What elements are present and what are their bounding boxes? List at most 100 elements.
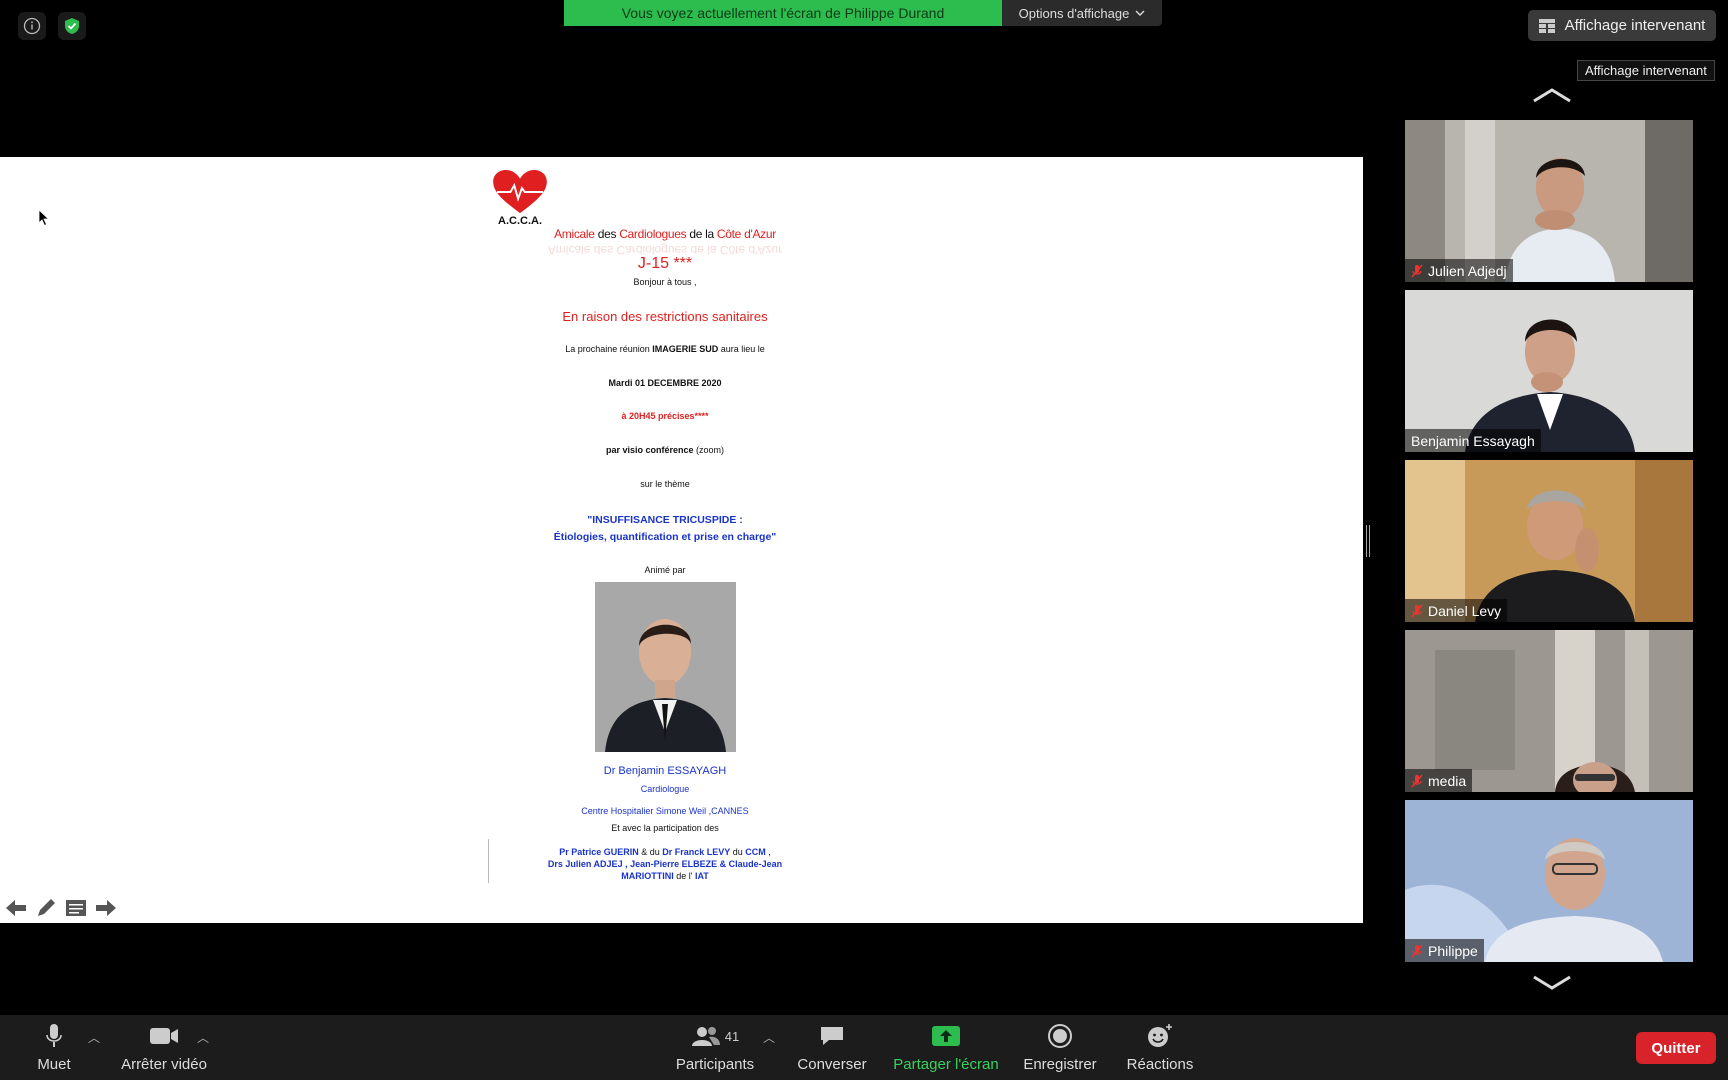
chevron-up-icon[interactable] — [1530, 86, 1574, 104]
meeting-name: IMAGERIE SUD — [652, 344, 719, 354]
restriction-heading: En raison des restrictions sanitaires — [562, 309, 768, 324]
org-word: Cardiologues — [619, 227, 687, 241]
chat-bubble-icon — [821, 1027, 843, 1045]
participants-options-caret[interactable]: ︿ — [763, 1029, 775, 1046]
hospital: Centre Hospitalier Simone Weil ,CANNES — [581, 806, 749, 816]
muted-mic-icon — [1411, 264, 1423, 277]
participant-name: Julien Adjedj — [1428, 262, 1507, 279]
participant-name: Philippe — [1428, 942, 1478, 959]
contributors-line-3: MARIOTTINI de l' IAT — [490, 871, 840, 881]
participant-count: 41 — [724, 1028, 740, 1044]
view-options-button[interactable]: Options d'affichage — [1002, 0, 1162, 26]
contributors-line-1: Pr Patrice GUERIN & du Dr Franck LEVY du… — [490, 847, 840, 857]
meeting-line: La prochaine réunion IMAGERIE SUD aura l… — [490, 344, 840, 354]
reactions-button[interactable]: Réactions — [1122, 1023, 1198, 1073]
participant-name-tag: Benjamin Essayagh — [1405, 429, 1541, 452]
participant-name-tag: media — [1405, 769, 1473, 792]
share-screen-icon — [932, 1026, 960, 1046]
chat-button[interactable]: Converser — [790, 1023, 874, 1073]
participant-name: media — [1428, 772, 1467, 789]
org-word: des — [594, 227, 620, 241]
visio-text: par visio conférence — [605, 445, 694, 455]
doc-margin-line — [488, 839, 489, 883]
security-shield-icon[interactable] — [58, 12, 86, 40]
top-bar: Vous voyez actuellement l'écran de Phili… — [0, 0, 1728, 81]
view-options-label: Options d'affichage — [1018, 5, 1130, 21]
grid-icon — [1538, 18, 1555, 33]
contributor-text: MARIOTTINI — [621, 871, 674, 881]
participants-button[interactable]: 41 Participants — [670, 1023, 760, 1073]
contributor-text: & du — [638, 847, 663, 857]
meeting-text: aura lieu le — [718, 344, 765, 354]
microphone-icon — [46, 1024, 62, 1047]
participant-tile[interactable]: Julien Adjedj — [1405, 120, 1693, 282]
arrow-right-icon[interactable] — [94, 896, 118, 920]
muted-mic-icon — [1411, 944, 1423, 957]
mute-label: Muet — [37, 1056, 71, 1073]
acca-label: A.C.C.A. — [498, 215, 542, 227]
contributor-text: CCM — [745, 847, 766, 857]
speaker-view-label: Affichage intervenant — [1564, 17, 1706, 34]
participation-intro: Et avec la participation des — [611, 823, 719, 833]
participants-label: Participants — [675, 1056, 755, 1073]
chat-label: Converser — [797, 1056, 867, 1073]
speaker-view-button[interactable]: Affichage intervenant — [1528, 10, 1716, 41]
sharing-banner: Vous voyez actuellement l'écran de Phili… — [564, 0, 1002, 26]
quit-button[interactable]: Quitter — [1636, 1032, 1716, 1064]
theme-line-1: "INSUFFISANCE TRICUSPIDE : — [587, 514, 743, 526]
participant-name-tag: Daniel Levy — [1405, 599, 1508, 622]
participant-name: Benjamin Essayagh — [1411, 432, 1535, 449]
meeting-time: à 20H45 précises**** — [621, 411, 709, 421]
visio-line: par visio conférence (zoom) — [490, 445, 840, 455]
meeting-date: Mardi 01 DECEMBRE 2020 — [608, 378, 722, 388]
participant-name-tag: Julien Adjedj — [1405, 259, 1513, 282]
share-screen-button[interactable]: Partager l'écran — [890, 1023, 1002, 1073]
chevron-down-icon — [1135, 10, 1145, 16]
theme-line-2: Étiologies, quantification et prise en c… — [553, 531, 777, 543]
participant-tile[interactable]: media — [1405, 630, 1693, 792]
animated-by: Animé par — [644, 565, 686, 575]
reactions-label: Réactions — [1126, 1056, 1194, 1073]
chevron-down-icon[interactable] — [1530, 974, 1574, 992]
contributor-text: de l' — [673, 871, 695, 881]
contributor-text: IAT — [694, 871, 709, 881]
contributor-text: , — [765, 847, 771, 857]
doctor-name: Dr Benjamin ESSAYAGH — [603, 765, 727, 777]
meeting-text: La prochaine réunion — [565, 344, 653, 354]
pencil-icon[interactable] — [34, 896, 58, 920]
audio-options-caret[interactable]: ︿ — [88, 1029, 100, 1046]
theme-label: sur le thème — [640, 479, 690, 489]
arrow-left-icon[interactable] — [4, 896, 28, 920]
visio-text: (zoom) — [693, 445, 725, 455]
countdown: J-15 *** — [637, 255, 693, 272]
org-word: Amicale — [554, 227, 595, 241]
resize-handle[interactable] — [1366, 525, 1370, 557]
contributors-line-2: Drs Julien ADJEJ , Jean-Pierre ELBEZE & … — [547, 859, 783, 869]
heart-logo — [493, 169, 547, 214]
participant-tile[interactable]: Philippe — [1405, 800, 1693, 962]
speaker-photo — [595, 582, 736, 752]
org-word: Côte d'Azur — [716, 227, 776, 241]
record-icon — [1048, 1024, 1072, 1048]
contributor-text: Pr Patrice GUERIN — [559, 847, 639, 857]
participants-icon — [691, 1027, 720, 1046]
record-label: Enregistrer — [1023, 1056, 1097, 1073]
muted-mic-icon — [1411, 774, 1423, 787]
participant-tile[interactable]: Daniel Levy — [1405, 460, 1693, 622]
share-screen-label: Partager l'écran — [893, 1056, 999, 1073]
stop-video-label: Arrêter vidéo — [121, 1056, 207, 1073]
org-word: de la — [686, 227, 717, 241]
participant-name: Daniel Levy — [1428, 602, 1502, 619]
participant-tile[interactable]: Benjamin Essayagh — [1405, 290, 1693, 452]
video-options-caret[interactable]: ︿ — [197, 1029, 209, 1046]
mouse-cursor-icon — [38, 209, 50, 227]
org-name: Amicale des Cardiologues de la Côte d'Az… — [490, 227, 840, 241]
greeting: Bonjour à tous , — [633, 277, 697, 287]
info-icon[interactable] — [18, 12, 46, 40]
doctor-role: Cardiologue — [640, 784, 690, 794]
record-button[interactable]: Enregistrer — [1020, 1023, 1100, 1073]
note-icon[interactable] — [64, 896, 88, 920]
speaker-view-tooltip: Affichage intervenant — [1577, 60, 1715, 81]
mute-button[interactable]: Muet — [26, 1023, 82, 1073]
shared-screen: A.C.C.A. Amicale des Cardiologues de la … — [0, 157, 1363, 923]
